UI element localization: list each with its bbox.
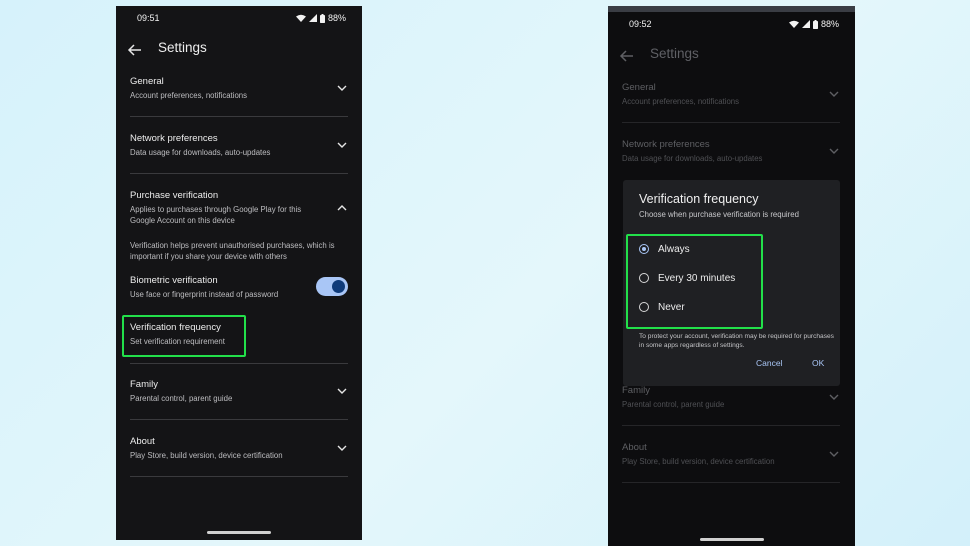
signal-icon — [801, 20, 810, 28]
chevron-down-icon — [337, 85, 347, 91]
home-indicator[interactable] — [699, 538, 764, 541]
toggle-knob — [332, 280, 345, 293]
chevron-down-icon — [829, 91, 839, 97]
dialog-note: To protect your account, verification ma… — [639, 333, 834, 349]
item-title: Family — [130, 379, 158, 390]
divider — [622, 425, 840, 426]
item-subtitle: Play Store, build version, device certif… — [130, 451, 283, 460]
item-subtitle: Parental control, parent guide — [622, 400, 725, 409]
item-title: Network preferences — [622, 139, 710, 150]
page-title: Settings — [158, 40, 207, 55]
phone-screen-left: 09:51 88% Settings General Account prefe… — [116, 6, 362, 540]
item-title: About — [130, 436, 155, 447]
divider — [130, 363, 348, 364]
item-title: Family — [622, 385, 650, 396]
battery-icon — [812, 19, 818, 29]
app-bar: Settings — [116, 36, 362, 70]
chevron-down-icon — [337, 388, 347, 394]
home-indicator[interactable] — [207, 531, 271, 534]
item-title: Network preferences — [130, 133, 218, 144]
battery-percent: 88% — [327, 13, 346, 23]
divider — [130, 116, 348, 117]
item-subtitle: Account preferences, notifications — [622, 97, 740, 106]
wifi-icon — [295, 14, 306, 22]
ok-button[interactable]: OK — [812, 358, 824, 368]
chevron-down-icon — [829, 148, 839, 154]
status-time: 09:51 — [137, 13, 160, 23]
back-arrow-icon[interactable] — [126, 41, 144, 59]
settings-item-general[interactable]: General Account preferences, notificatio… — [130, 76, 348, 101]
wifi-icon — [788, 20, 799, 28]
item-title: About — [622, 442, 647, 453]
purchase-info-text: Verification helps prevent unauthorised … — [130, 240, 348, 262]
item-subtitle: Data usage for downloads, auto-updates — [130, 148, 271, 157]
divider — [130, 419, 348, 420]
item-subtitle: Applies to purchases through Google Play… — [130, 205, 302, 225]
item-title: General — [622, 82, 656, 93]
divider — [130, 476, 348, 477]
settings-item-biometric[interactable]: Biometric verification Use face or finge… — [130, 275, 348, 300]
status-time: 09:52 — [629, 19, 652, 29]
divider — [622, 122, 840, 123]
divider — [130, 173, 348, 174]
phone-screen-right: 09:52 88% Settings General Account prefe… — [608, 6, 855, 546]
item-subtitle: Play Store, build version, device certif… — [622, 457, 775, 466]
back-arrow-icon[interactable] — [618, 47, 636, 65]
settings-item-family[interactable]: Family Parental control, parent guide — [130, 379, 348, 404]
item-title: Purchase verification — [130, 190, 219, 201]
cancel-button[interactable]: Cancel — [756, 358, 782, 368]
item-subtitle: Data usage for downloads, auto-updates — [622, 154, 763, 163]
highlight-box — [122, 315, 246, 357]
settings-item-about[interactable]: About Play Store, build version, device … — [622, 442, 840, 467]
biometric-toggle[interactable] — [316, 277, 348, 296]
signal-icon — [308, 14, 317, 22]
status-bar: 09:52 88% — [608, 12, 855, 36]
settings-item-general[interactable]: General Account preferences, notificatio… — [622, 82, 840, 107]
settings-item-family[interactable]: Family Parental control, parent guide — [622, 385, 840, 410]
purchase-info: Verification helps prevent unauthorised … — [130, 241, 335, 261]
highlight-box — [626, 234, 763, 329]
item-title: General — [130, 76, 164, 87]
settings-item-network[interactable]: Network preferences Data usage for downl… — [622, 139, 840, 164]
chevron-down-icon — [829, 394, 839, 400]
dialog-subtitle: Choose when purchase verification is req… — [639, 210, 799, 219]
page-title: Settings — [650, 46, 699, 61]
chevron-down-icon — [337, 142, 347, 148]
settings-item-network[interactable]: Network preferences Data usage for downl… — [130, 133, 348, 158]
divider — [622, 482, 840, 483]
item-subtitle: Parental control, parent guide — [130, 394, 233, 403]
settings-item-about[interactable]: About Play Store, build version, device … — [130, 436, 348, 461]
battery-percent: 88% — [820, 19, 839, 29]
chevron-up-icon — [337, 205, 347, 211]
chevron-down-icon — [829, 451, 839, 457]
app-bar: Settings — [608, 42, 855, 76]
verification-frequency-dialog: Verification frequency Choose when purch… — [623, 180, 840, 386]
item-subtitle: Use face or fingerprint instead of passw… — [130, 290, 279, 299]
dialog-title: Verification frequency — [639, 192, 759, 206]
chevron-down-icon — [337, 445, 347, 451]
item-subtitle: Account preferences, notifications — [130, 91, 248, 100]
status-bar: 09:51 88% — [116, 6, 362, 30]
battery-icon — [319, 13, 325, 23]
settings-item-purchase-verification[interactable]: Purchase verification Applies to purchas… — [130, 190, 348, 226]
